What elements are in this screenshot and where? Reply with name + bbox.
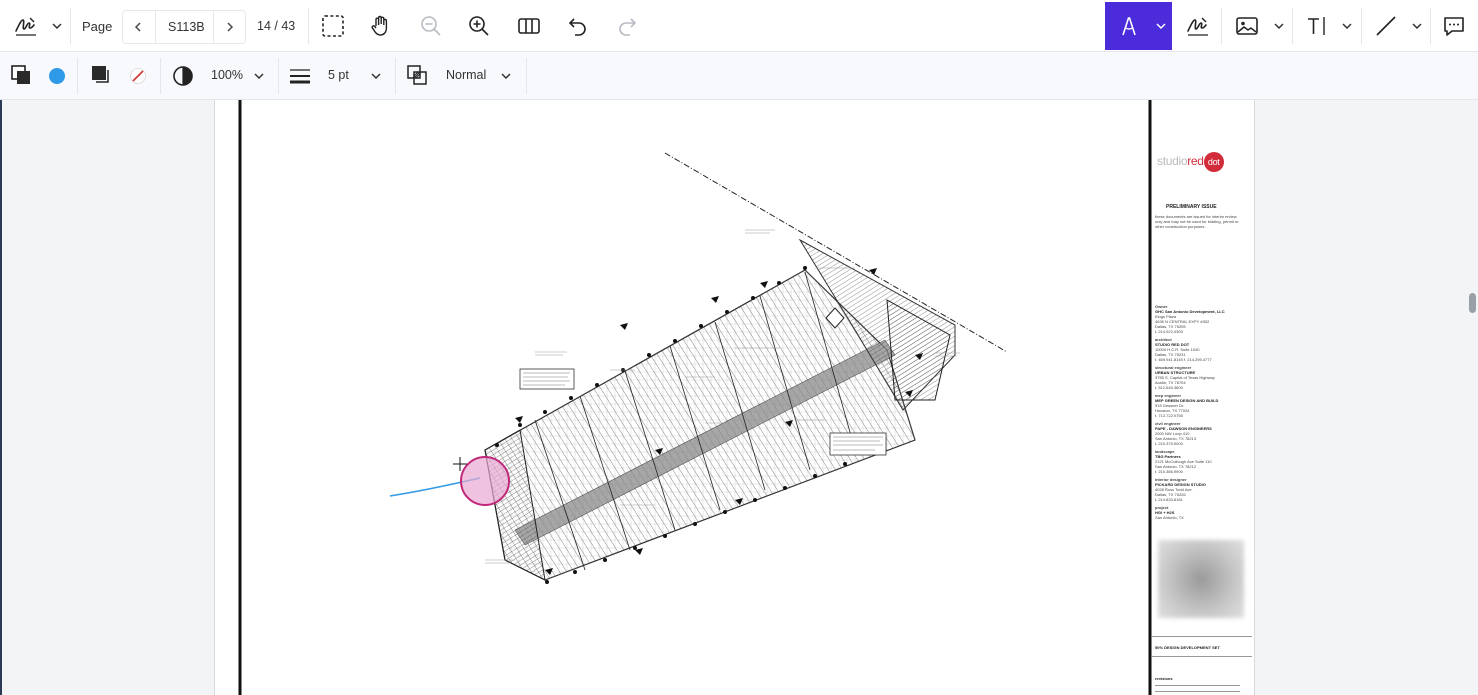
team-address-line: t. 469.941.8145 f. 214.295.4777: [1155, 357, 1212, 362]
circle-annotation: [460, 456, 510, 506]
team-entry: landscape TBG Partners 2121 McCullough Ave…: [1155, 449, 1250, 474]
zoom-in-icon[interactable]: [464, 12, 494, 40]
fill-color-dot: [49, 68, 65, 84]
toolbar-divider: [1430, 8, 1431, 44]
style-swap-icon[interactable]: [9, 63, 33, 87]
stroke-width-icon[interactable]: [288, 64, 312, 88]
team-address-line: t. 214.922.4300: [1155, 329, 1183, 334]
preliminary-text: these documents are issued for interim r…: [1155, 214, 1239, 229]
team-address-line: t. 512.645.3600: [1155, 385, 1183, 390]
team-entry: architect STUDIO RED DOT 10000 H.C.R. Suit…: [1155, 337, 1250, 362]
revisions-table-line: [1155, 691, 1240, 692]
toolbar-divider: [1221, 8, 1222, 44]
undo-icon[interactable]: [563, 12, 593, 40]
revisions-label: revisions: [1155, 676, 1173, 681]
annotation-properties-bar: 100% 5 pt Normal: [0, 52, 1478, 100]
chevron-down-icon[interactable]: [1340, 18, 1354, 34]
callout-box: [829, 432, 887, 456]
signature-icon[interactable]: [1182, 12, 1214, 40]
preliminary-title: PRELIMINARY ISSUE: [1166, 204, 1217, 210]
page-label: Page: [82, 19, 113, 34]
page-input[interactable]: S113B: [168, 20, 205, 34]
chevron-down-icon[interactable]: [1154, 19, 1168, 33]
chevron-down-icon[interactable]: [1272, 18, 1286, 34]
team-address-line: San Antonio, TX: [1155, 515, 1184, 520]
team-address-line: t. 210.366.9900: [1155, 469, 1183, 474]
compare-view-icon[interactable]: [514, 12, 544, 40]
markup-tool-active-button[interactable]: [1105, 2, 1172, 50]
text-tool-icon[interactable]: [1302, 12, 1332, 40]
opacity-value[interactable]: 100%: [211, 68, 243, 82]
opacity-icon[interactable]: [170, 63, 196, 89]
drawing-canvas: [238, 100, 1152, 695]
line-tool-icon[interactable]: [1371, 12, 1401, 40]
image-icon[interactable]: [1232, 12, 1262, 40]
vertical-scrollbar-thumb[interactable]: [1469, 293, 1476, 313]
team-address-line: t. 214.833.8181: [1155, 497, 1183, 502]
page-input-divider: [213, 11, 214, 43]
marquee-select-icon[interactable]: [318, 12, 348, 40]
main-toolbar: Page S113B 14 / 43: [0, 0, 1478, 52]
stroke-width-value[interactable]: 5 pt: [328, 68, 349, 82]
toolbar-divider: [395, 58, 396, 94]
pen-markup-icon: [1115, 12, 1143, 40]
no-color-icon[interactable]: [126, 64, 150, 88]
firm-logo: studiored dot: [1157, 152, 1224, 172]
chevron-down-icon[interactable]: [369, 69, 383, 83]
team-entry: mep engineer MEP GREEN DESIGN AND BUILD 91…: [1155, 393, 1250, 418]
team-entry: civil engineer PAPE - DAWSON ENGINEERS 200…: [1155, 421, 1250, 446]
comment-icon[interactable]: [1439, 12, 1469, 40]
blurred-stamp: [1158, 540, 1244, 618]
signature-tool-icon[interactable]: [10, 12, 42, 40]
redo-icon[interactable]: [612, 12, 642, 40]
project-team-list: Owner GHC San Antonio Development, LLC Kin…: [1155, 304, 1250, 523]
toolbar-divider: [70, 8, 71, 44]
fill-color-swatch[interactable]: [45, 64, 69, 88]
toolbar-divider: [308, 8, 309, 44]
title-block-divider: [1152, 656, 1252, 657]
toolbar-divider: [77, 58, 78, 94]
page-input-divider: [155, 11, 156, 43]
title-block-divider: [1152, 636, 1252, 637]
toolbar-divider: [526, 58, 527, 94]
chevron-left-icon[interactable]: [129, 19, 147, 35]
set-title: 50% DESIGN DEVELOPMENT SET: [1155, 645, 1220, 650]
pdf-page[interactable]: [214, 100, 1255, 695]
team-address-line: t. 713.722.0755: [1155, 413, 1183, 418]
chevron-right-icon[interactable]: [221, 19, 239, 35]
team-address-line: t. 210.375.9000: [1155, 441, 1183, 446]
sheet-title-block: studiored dot PRELIMINARY ISSUE these doc…: [1152, 100, 1252, 695]
toolbar-divider: [278, 58, 279, 94]
pan-hand-icon[interactable]: [366, 12, 396, 40]
toolbar-divider: [1292, 8, 1293, 44]
chevron-down-icon[interactable]: [50, 18, 64, 34]
chevron-down-icon[interactable]: [1410, 18, 1424, 34]
page-counter: 14 / 43: [257, 19, 296, 33]
toolbar-divider: [1361, 8, 1362, 44]
team-entry: project HGI + H2S San Antonio, TX: [1155, 505, 1250, 520]
team-entry: interior designer PICKARD DESIGN STUDIO 40…: [1155, 477, 1250, 502]
zoom-out-icon[interactable]: [416, 12, 446, 40]
team-entry: Owner GHC San Antonio Development, LLC Kin…: [1155, 304, 1250, 334]
chevron-down-icon[interactable]: [252, 69, 266, 83]
viewer-left-edge: [0, 100, 2, 695]
revisions-table-line: [1155, 685, 1240, 686]
floor-plan: [484, 238, 956, 584]
callout-box: [519, 368, 575, 390]
stroke-color-icon[interactable]: [89, 63, 113, 87]
blend-mode-value[interactable]: Normal: [446, 68, 486, 82]
page-navigator: S113B: [122, 10, 246, 44]
team-entry: structural engineer URBAN STRUCTURE 3755 S…: [1155, 365, 1250, 390]
blend-mode-icon[interactable]: [405, 63, 429, 87]
chevron-down-icon[interactable]: [499, 69, 513, 83]
toolbar-divider: [160, 58, 161, 94]
